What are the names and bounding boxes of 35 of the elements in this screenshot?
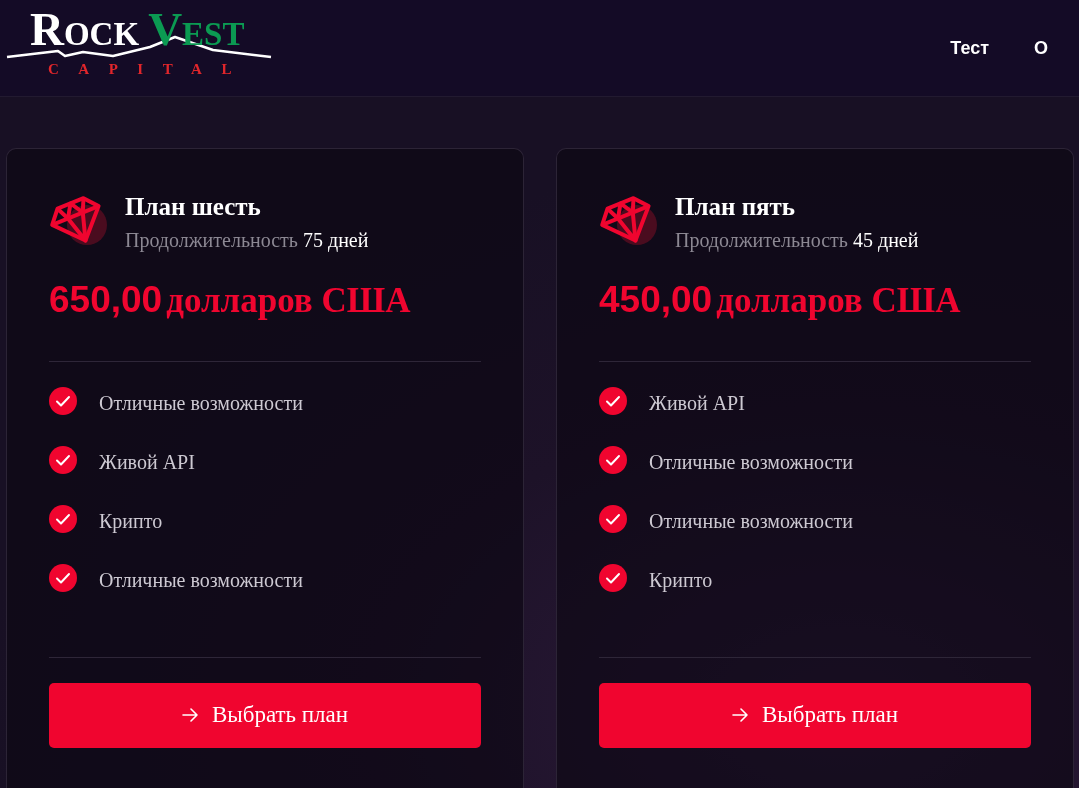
check-icon xyxy=(599,445,627,474)
logo-word: ROCK xyxy=(30,6,140,53)
plan-title: План пять xyxy=(675,192,797,222)
nav-link[interactable]: О xyxy=(1034,37,1048,59)
check-icon xyxy=(49,563,77,592)
check-icon xyxy=(49,445,77,474)
check-icon xyxy=(49,386,77,415)
choose-plan-button[interactable]: Выбрать план xyxy=(49,682,481,748)
check-icon xyxy=(599,563,627,592)
plan-title: План шесть xyxy=(125,192,262,222)
nav-link[interactable]: Тест xyxy=(950,37,989,59)
duration-value: 45 дней xyxy=(852,229,919,251)
feature-text: Отличные возможности xyxy=(649,509,853,534)
feature-text: Отличные возможности xyxy=(649,450,853,475)
feature-text: Отличные возможности xyxy=(99,568,303,593)
logo-tagline: CAPITAL xyxy=(48,60,251,78)
feature-text: Живой API xyxy=(649,391,745,416)
check-icon xyxy=(599,504,627,533)
logo-word: VEST xyxy=(148,6,245,53)
price-currency: долларов США xyxy=(166,281,411,320)
price-amount: 650,00 xyxy=(49,279,163,320)
price-currency: долларов США xyxy=(716,281,961,320)
check-icon xyxy=(49,504,77,533)
duration-label: Продолжительность xyxy=(125,229,298,251)
feature-text: Отличные возможности xyxy=(99,391,303,416)
check-icon xyxy=(599,386,627,415)
price-amount: 450,00 xyxy=(599,279,713,320)
duration-value: 75 дней xyxy=(302,229,369,251)
duration-label: Продолжительность xyxy=(675,229,848,251)
arrow-right-icon xyxy=(181,708,198,723)
feature-text: Крипто xyxy=(649,568,713,593)
choose-plan-button[interactable]: Выбрать план xyxy=(599,682,1031,748)
feature-text: Живой API xyxy=(99,450,195,475)
feature-text: Крипто xyxy=(99,509,163,534)
arrow-right-icon xyxy=(731,708,748,723)
